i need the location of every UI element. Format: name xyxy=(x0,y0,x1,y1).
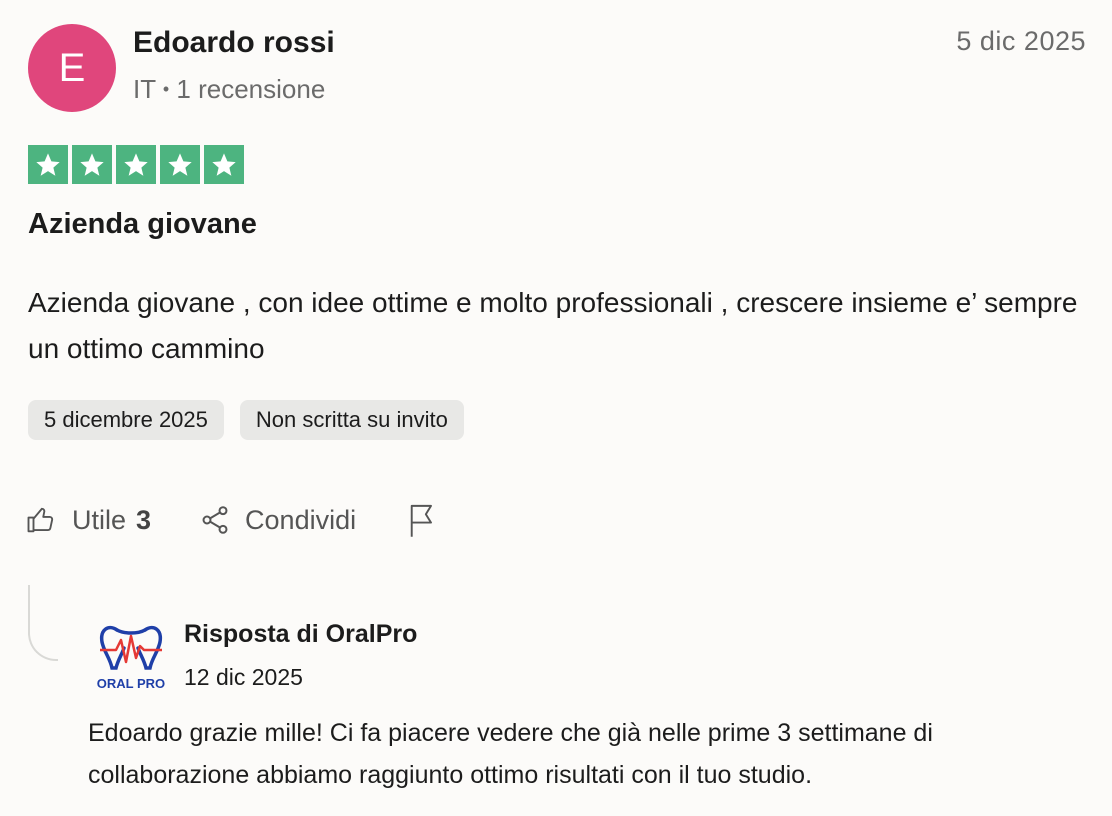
star-rating xyxy=(28,145,244,184)
thumbs-up-icon xyxy=(26,505,56,535)
report-button[interactable] xyxy=(406,502,438,538)
review-count: 1 recensione xyxy=(176,74,326,104)
review-tags: 5 dicembre 2025 Non scritta su invito xyxy=(28,400,464,440)
reply-date: 12 dic 2025 xyxy=(184,664,303,690)
star-icon xyxy=(204,145,244,184)
review-actions: Utile 3 Condividi xyxy=(26,500,438,540)
invitation-tag[interactable]: Non scritta su invito xyxy=(239,400,464,440)
reply-author: Risposta di OralPro xyxy=(184,620,418,648)
author-meta: IT • 1 recensione xyxy=(133,74,325,105)
avatar[interactable]: E xyxy=(28,24,116,112)
review-date: 5 dic 2025 xyxy=(956,26,1086,56)
star-icon xyxy=(28,145,68,184)
meta-separator: • xyxy=(162,79,170,99)
useful-count: 3 xyxy=(136,504,152,535)
author-country: IT xyxy=(133,74,156,104)
star-icon xyxy=(72,145,112,184)
star-icon xyxy=(116,145,156,184)
star-icon xyxy=(160,145,200,184)
logo-text: ORAL PRO xyxy=(97,676,165,691)
review-title: Azienda giovane xyxy=(28,208,257,240)
experience-date-tag: 5 dicembre 2025 xyxy=(28,400,224,440)
reply-text: Edoardo grazie mille! Ci fa piacere vede… xyxy=(88,719,933,789)
useful-button[interactable]: Utile 3 xyxy=(26,505,151,536)
share-icon xyxy=(199,504,231,536)
review-text: Azienda giovane , con idee ottime e molt… xyxy=(28,287,1078,364)
author-name[interactable]: Edoardo rossi xyxy=(133,26,335,60)
share-button[interactable]: Condividi xyxy=(199,504,356,536)
avatar-initial: E xyxy=(58,45,86,90)
share-label: Condividi xyxy=(245,504,357,535)
useful-label: Utile xyxy=(72,504,127,535)
reply-connector xyxy=(28,585,58,661)
oralpro-logo[interactable]: ORAL PRO xyxy=(94,622,168,692)
flag-icon xyxy=(406,502,438,538)
